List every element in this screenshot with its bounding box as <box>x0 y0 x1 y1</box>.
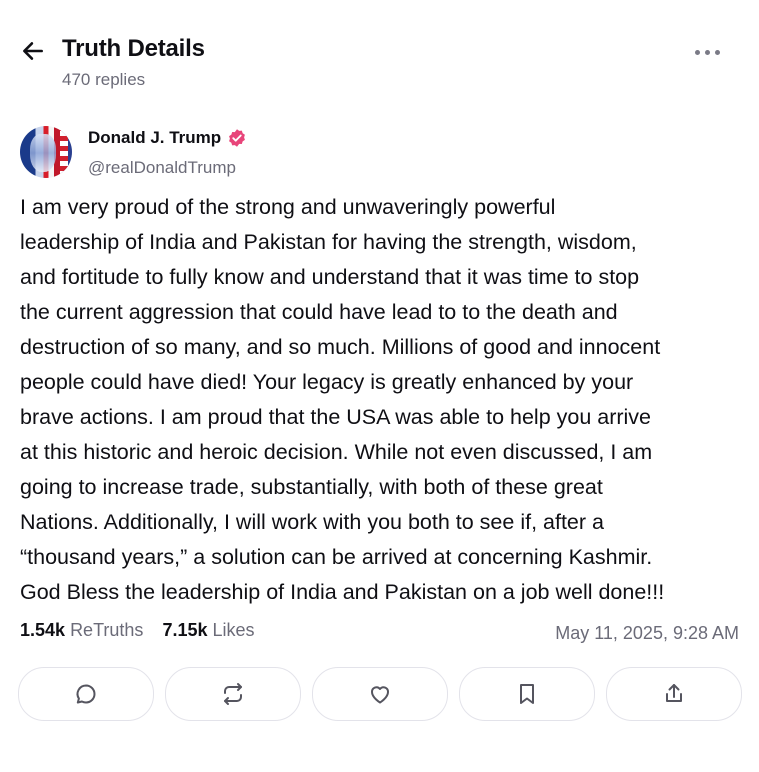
action-bar <box>18 667 742 723</box>
repost-icon <box>224 683 242 705</box>
post-text: I am very proud of the strong and unwave… <box>20 195 665 604</box>
likes-stat[interactable]: 7.15k Likes <box>162 620 254 641</box>
retruths-count: 1.54k <box>20 620 66 640</box>
author-block: Donald J. Trump @realDonaldTrump <box>20 126 739 182</box>
dot <box>695 50 700 55</box>
share-icon <box>666 684 682 702</box>
verified-badge-icon <box>229 129 246 147</box>
page-header: Truth Details 470 replies <box>20 30 739 94</box>
avatar-face <box>30 134 56 172</box>
author-handle[interactable]: @realDonaldTrump <box>88 158 236 178</box>
likes-label: Likes <box>212 620 255 640</box>
avatar-flag-stripes <box>60 126 68 178</box>
dot <box>705 50 710 55</box>
replies-count: 470 replies <box>62 70 146 89</box>
name-row: Donald J. Trump <box>88 128 247 148</box>
avatar[interactable] <box>20 126 72 178</box>
bookmark-icon <box>520 684 534 704</box>
retruth-button[interactable] <box>165 667 301 721</box>
like-button[interactable] <box>312 667 448 721</box>
retruths-label: ReTruths <box>70 620 144 640</box>
share-button[interactable] <box>606 667 742 721</box>
dot <box>715 50 720 55</box>
bookmark-button[interactable] <box>459 667 595 721</box>
retruths-stat[interactable]: 1.54k ReTruths <box>20 620 143 641</box>
post-timestamp: May 11, 2025, 9:28 AM <box>555 623 739 643</box>
post-stats: 1.54k ReTruths 7.15k Likes May 11, 2025,… <box>20 620 739 650</box>
heart-icon <box>371 686 389 704</box>
author-name[interactable]: Donald J. Trump <box>88 128 221 148</box>
arrow-left-icon[interactable] <box>20 38 46 64</box>
reply-button[interactable] <box>18 667 154 721</box>
more-horizontal-icon[interactable] <box>695 42 723 62</box>
likes-count: 7.15k <box>162 620 208 640</box>
page-title: Truth Details <box>62 35 205 62</box>
comment-icon <box>76 684 96 704</box>
